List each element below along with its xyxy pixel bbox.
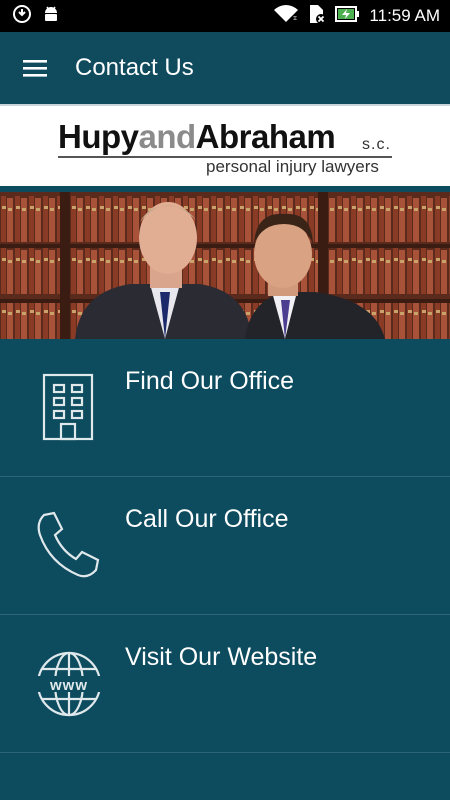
visit-website-label: Visit Our Website — [125, 643, 318, 671]
visit-website-item[interactable]: www Visit Our Website — [0, 615, 450, 753]
logo-word-hupy: Hupy — [58, 118, 139, 155]
contact-options-list: Find Our Office Call Our Office www Visi… — [0, 339, 450, 753]
find-office-item[interactable]: Find Our Office — [0, 339, 450, 477]
call-office-item[interactable]: Call Our Office — [0, 477, 450, 615]
phone-icon — [30, 507, 108, 585]
globe-www-icon: www — [30, 645, 108, 723]
clock: 11:59 AM — [369, 6, 440, 25]
attorneys-photo — [0, 192, 450, 339]
battery-charging-icon — [335, 5, 361, 27]
logo-word-and: and — [138, 118, 197, 155]
wifi-icon — [273, 4, 299, 28]
logo-word-abraham: Abraham — [195, 118, 336, 155]
status-bar: 11:59 AM — [0, 0, 450, 32]
firm-logo-wordmark: HupyandAbraham — [58, 118, 336, 155]
logo-tagline: personal injury lawyers — [206, 157, 379, 176]
app-bar: Contact Us — [0, 32, 450, 104]
svg-text:www: www — [49, 677, 88, 694]
find-office-label: Find Our Office — [125, 367, 295, 395]
hamburger-menu-icon[interactable] — [0, 32, 70, 104]
sim-blocked-icon — [307, 3, 327, 29]
building-icon — [30, 369, 108, 447]
sync-icon — [12, 4, 32, 28]
page-title: Contact Us — [75, 54, 194, 81]
logo-suffix: s.c. — [362, 136, 391, 153]
android-icon — [42, 4, 60, 28]
call-office-label: Call Our Office — [125, 505, 289, 533]
firm-logo-banner: HupyandAbraham s.c. personal injury lawy… — [0, 104, 450, 186]
